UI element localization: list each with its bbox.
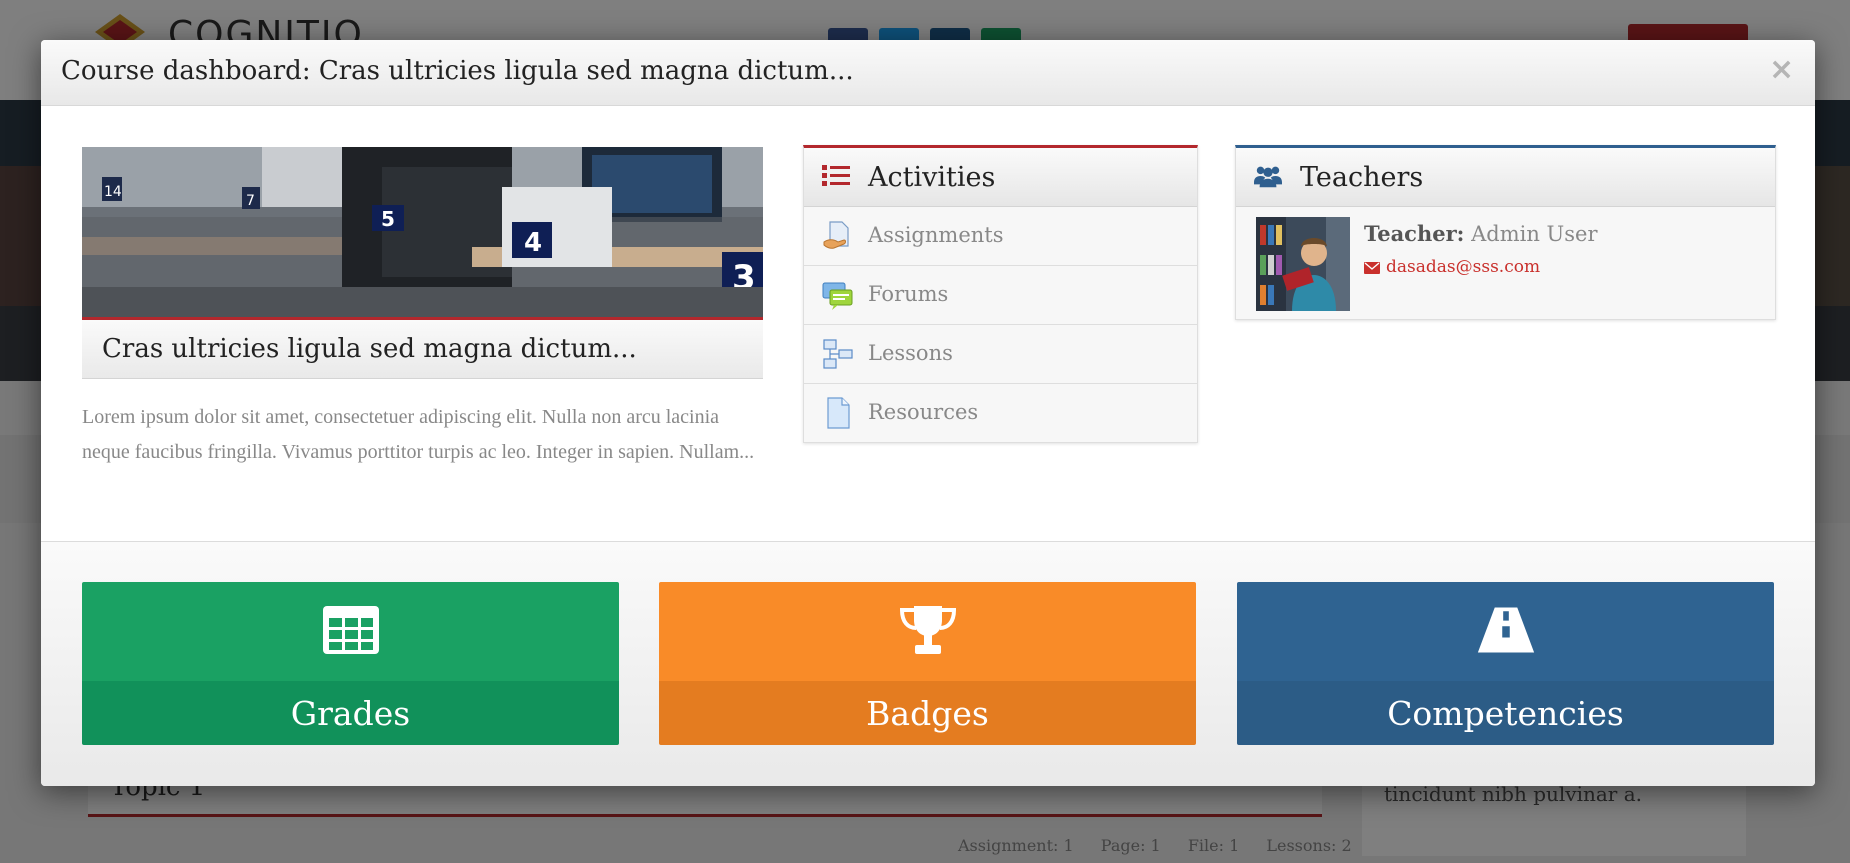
course-name: Cras ultricies ligula sed magna dictum..… xyxy=(102,334,637,364)
course-name-bar: Cras ultricies ligula sed magna dictum..… xyxy=(82,320,763,379)
teacher-email: dasadas@sss.com xyxy=(1386,257,1541,277)
list-icon xyxy=(822,165,850,186)
badges-tile[interactable]: Badges xyxy=(659,582,1196,745)
teachers-panel: Teachers Teacher: Admin User dasadas@sss… xyxy=(1235,145,1776,320)
trophy-icon xyxy=(899,606,956,654)
modal-header: Course dashboard: Cras ultricies ligula … xyxy=(41,40,1815,106)
course-dashboard-modal: Course dashboard: Cras ultricies ligula … xyxy=(41,40,1815,786)
teacher-label: Teacher: xyxy=(1364,221,1465,246)
svg-text:14: 14 xyxy=(104,184,122,200)
svg-text:4: 4 xyxy=(524,228,542,258)
competencies-tile[interactable]: Competencies xyxy=(1237,582,1774,745)
activity-label: Forums xyxy=(868,282,949,306)
course-description: Lorem ipsum dolor sit amet, consectetuer… xyxy=(82,406,755,463)
teachers-title: Teachers xyxy=(1300,162,1424,193)
modal-footer: Grades Badges Competencies xyxy=(41,541,1815,786)
close-icon[interactable]: × xyxy=(1769,52,1794,87)
competencies-label: Competencies xyxy=(1387,694,1624,733)
assignment-icon xyxy=(823,221,849,249)
teacher-name-value: Admin User xyxy=(1471,222,1598,246)
teacher-entry: Teacher: Admin User dasadas@sss.com xyxy=(1236,207,1775,319)
activity-label: Resources xyxy=(868,400,979,424)
classroom-image: 14 7 5 4 3 xyxy=(82,147,763,317)
teacher-email-link[interactable]: dasadas@sss.com xyxy=(1364,257,1540,277)
grades-tile[interactable]: Grades xyxy=(82,582,619,745)
teacher-photo-image xyxy=(1256,217,1350,311)
grades-label: Grades xyxy=(290,694,411,733)
teachers-header: Teachers xyxy=(1236,148,1775,207)
activities-header: Activities xyxy=(804,148,1197,207)
avatar xyxy=(1256,217,1350,311)
activity-item-assignments[interactable]: Assignments xyxy=(804,207,1197,266)
resource-icon xyxy=(827,397,850,429)
table-icon xyxy=(322,606,379,654)
course-image: 14 7 5 4 3 xyxy=(82,147,763,317)
lesson-icon xyxy=(823,339,853,369)
svg-text:5: 5 xyxy=(381,207,395,231)
activity-item-forums[interactable]: Forums xyxy=(804,266,1197,325)
teacher-name: Teacher: Admin User xyxy=(1364,221,1598,246)
activities-panel: Activities Assignments Forums Lessons Re… xyxy=(803,145,1198,443)
envelope-icon xyxy=(1364,261,1380,274)
users-icon xyxy=(1254,166,1282,188)
forum-icon xyxy=(822,282,853,310)
activity-item-resources[interactable]: Resources xyxy=(804,384,1197,442)
activity-item-lessons[interactable]: Lessons xyxy=(804,325,1197,384)
road-icon xyxy=(1477,607,1534,653)
activity-label: Lessons xyxy=(868,341,953,365)
modal-title: Course dashboard: Cras ultricies ligula … xyxy=(61,56,854,86)
badges-label: Badges xyxy=(866,694,989,733)
svg-text:7: 7 xyxy=(246,193,255,209)
activities-title: Activities xyxy=(868,162,996,193)
activity-label: Assignments xyxy=(868,223,1004,247)
